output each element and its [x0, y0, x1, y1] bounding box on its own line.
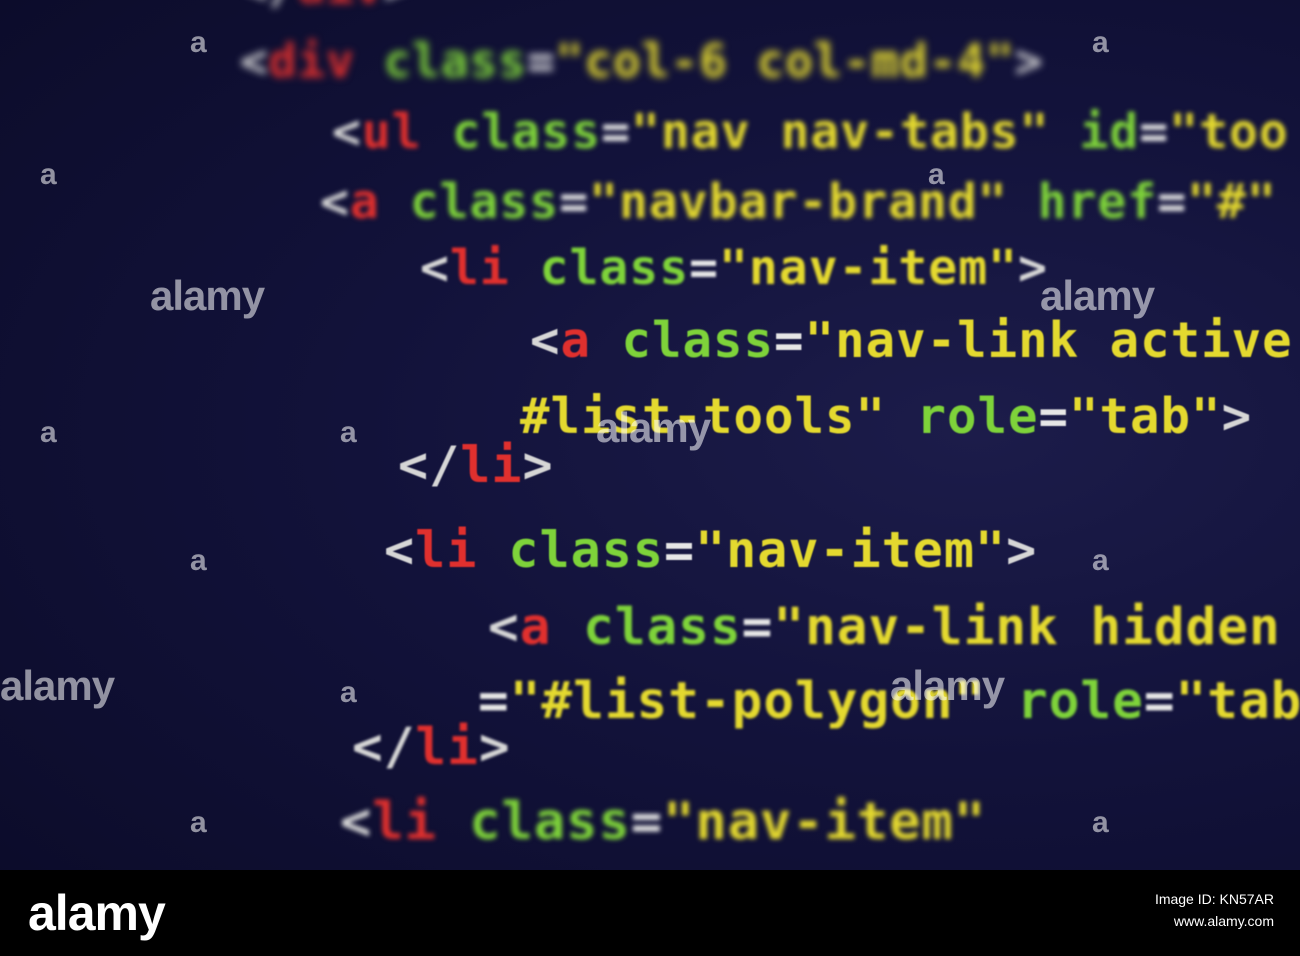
code-line: <div class="col-6 col-md-4"> — [240, 38, 1043, 84]
code-token-bracket: < — [384, 521, 416, 579]
code-token-bracket: < — [332, 104, 362, 160]
code-token-eq: = — [526, 34, 556, 88]
code-token-bracket: > — [522, 436, 554, 494]
code-token-attr: class — [421, 104, 602, 160]
site-url: www.alamy.com — [1173, 913, 1274, 929]
code-token-bracket: > — [1014, 34, 1044, 88]
code-line: <li class="nav-item" — [340, 796, 986, 848]
watermark-mark: a — [190, 806, 207, 839]
code-line: <li class="nav-item"> — [420, 244, 1048, 292]
code-token-attr: href — [1007, 174, 1158, 230]
code-token-tag: div — [297, 0, 383, 14]
watermark-mark: a — [190, 544, 207, 577]
watermark: alamy — [1040, 272, 1155, 319]
code-token-tag: div — [268, 34, 355, 88]
code-token-eq: = — [630, 792, 664, 852]
code-line: <a class="nav-link active — [530, 316, 1293, 365]
code-token-str: "nav-link active — [804, 312, 1293, 369]
code-line: <a class="nav-link hidden — [488, 602, 1281, 653]
watermark: alamy — [596, 404, 711, 451]
code-token-attr: class — [591, 312, 775, 369]
code-token-tag: li — [460, 436, 523, 494]
code-token-tag: a — [560, 312, 592, 369]
code-token-eq: = — [689, 240, 719, 296]
code-token-tag: ul — [361, 104, 422, 160]
code-line: </li> — [398, 440, 554, 490]
code-token-eq: = — [1038, 388, 1070, 445]
code-token-eq: = — [1139, 104, 1170, 160]
code-token-eq: = — [1157, 174, 1188, 230]
code-token-str: "tab — [1175, 672, 1300, 731]
code-token-bracket: < — [488, 598, 520, 657]
code-token-eq: = — [1143, 672, 1176, 731]
code-token-bracket: < — [340, 792, 373, 852]
footer-bar: alamy Image ID: KN57AR www.alamy.com — [0, 870, 1300, 956]
code-token-str: "tab" — [1069, 388, 1222, 445]
code-line: <a class="navbar-brand" href="#" — [320, 178, 1277, 226]
code-token-attr: class — [477, 521, 664, 579]
code-token-bracket: > — [478, 718, 511, 777]
code-token-attr: class — [379, 174, 560, 230]
code-token-attr: class — [436, 792, 631, 852]
watermark-mark: a — [928, 158, 945, 191]
watermark-mark: a — [340, 676, 357, 709]
alamy-logo: alamy — [28, 885, 166, 941]
code-token-tag: li — [449, 240, 510, 296]
code-photo: </div> <div class="col-6 col-md-4"> <ul … — [0, 0, 1300, 956]
code-token-bracket: < — [420, 240, 450, 296]
code-token-attr: role — [985, 672, 1144, 731]
code-token-eq: = — [559, 174, 590, 230]
watermark-mark: a — [1092, 806, 1109, 839]
code-token-tag: li — [415, 521, 478, 579]
code-token-bracket: < — [530, 312, 561, 369]
code-token-attr: class — [509, 240, 690, 296]
code-token-bracket: </ — [352, 718, 416, 777]
code-token-str: "nav-item" — [695, 521, 1007, 579]
code-line: ="#list-polygon" role="tab — [478, 676, 1300, 727]
code-token-bracket: > — [1221, 388, 1253, 445]
code-token-eq: = — [663, 521, 696, 579]
code-token-bracket: </ — [398, 436, 461, 494]
code-token-eq: = — [741, 598, 774, 657]
code-token-str: "#" — [1187, 174, 1277, 230]
watermark-mark: a — [1092, 544, 1109, 577]
code-token-str: "too — [1169, 104, 1289, 160]
watermark: alamy — [890, 662, 1005, 709]
code-token-eq: = — [601, 104, 631, 160]
code-token-attr: class — [354, 34, 527, 88]
code-token-attr: role — [886, 388, 1039, 445]
code-token-str: "nav nav-tabs" — [631, 104, 1050, 160]
code-token-tag: li — [372, 792, 437, 852]
watermark-mark: a — [40, 158, 57, 191]
code-token-tag: a — [349, 174, 380, 230]
image-id: Image ID: KN57AR — [1154, 891, 1274, 907]
watermark-mark: a — [1092, 26, 1109, 59]
watermark: alamy — [150, 272, 265, 319]
code-token-str: "nav-item" — [663, 792, 987, 852]
code-token-bracket: < — [240, 34, 269, 88]
code-token-attr: class — [551, 598, 742, 657]
code-token-tag: li — [415, 718, 479, 777]
watermark-mark: a — [190, 26, 207, 59]
code-token-eq: = — [774, 312, 805, 369]
code-line: <li class="nav-item"> — [384, 525, 1037, 575]
code-token-str: "col-6 col-md-4" — [555, 34, 1015, 88]
footer-info: Image ID: KN57AR www.alamy.com — [1155, 888, 1274, 932]
code-token-bracket: < — [320, 174, 350, 230]
code-token-str: "nav-link hidden — [773, 598, 1281, 657]
code-token-attr: id — [1049, 104, 1140, 160]
watermark-mark: a — [40, 416, 57, 449]
watermark: alamy — [0, 662, 115, 709]
code-line: </div> — [240, 0, 412, 10]
code-token-bracket: > — [1006, 521, 1038, 579]
code-token-tag: a — [519, 598, 552, 657]
code-token-bracket: > — [383, 0, 412, 14]
code-token-bracket: </ — [240, 0, 297, 14]
code-token-str: "nav-item" — [719, 240, 1018, 296]
code-line: <ul class="nav nav-tabs" id="too — [332, 108, 1289, 156]
code-line: </li> — [352, 722, 511, 773]
watermark-mark: a — [340, 416, 357, 449]
